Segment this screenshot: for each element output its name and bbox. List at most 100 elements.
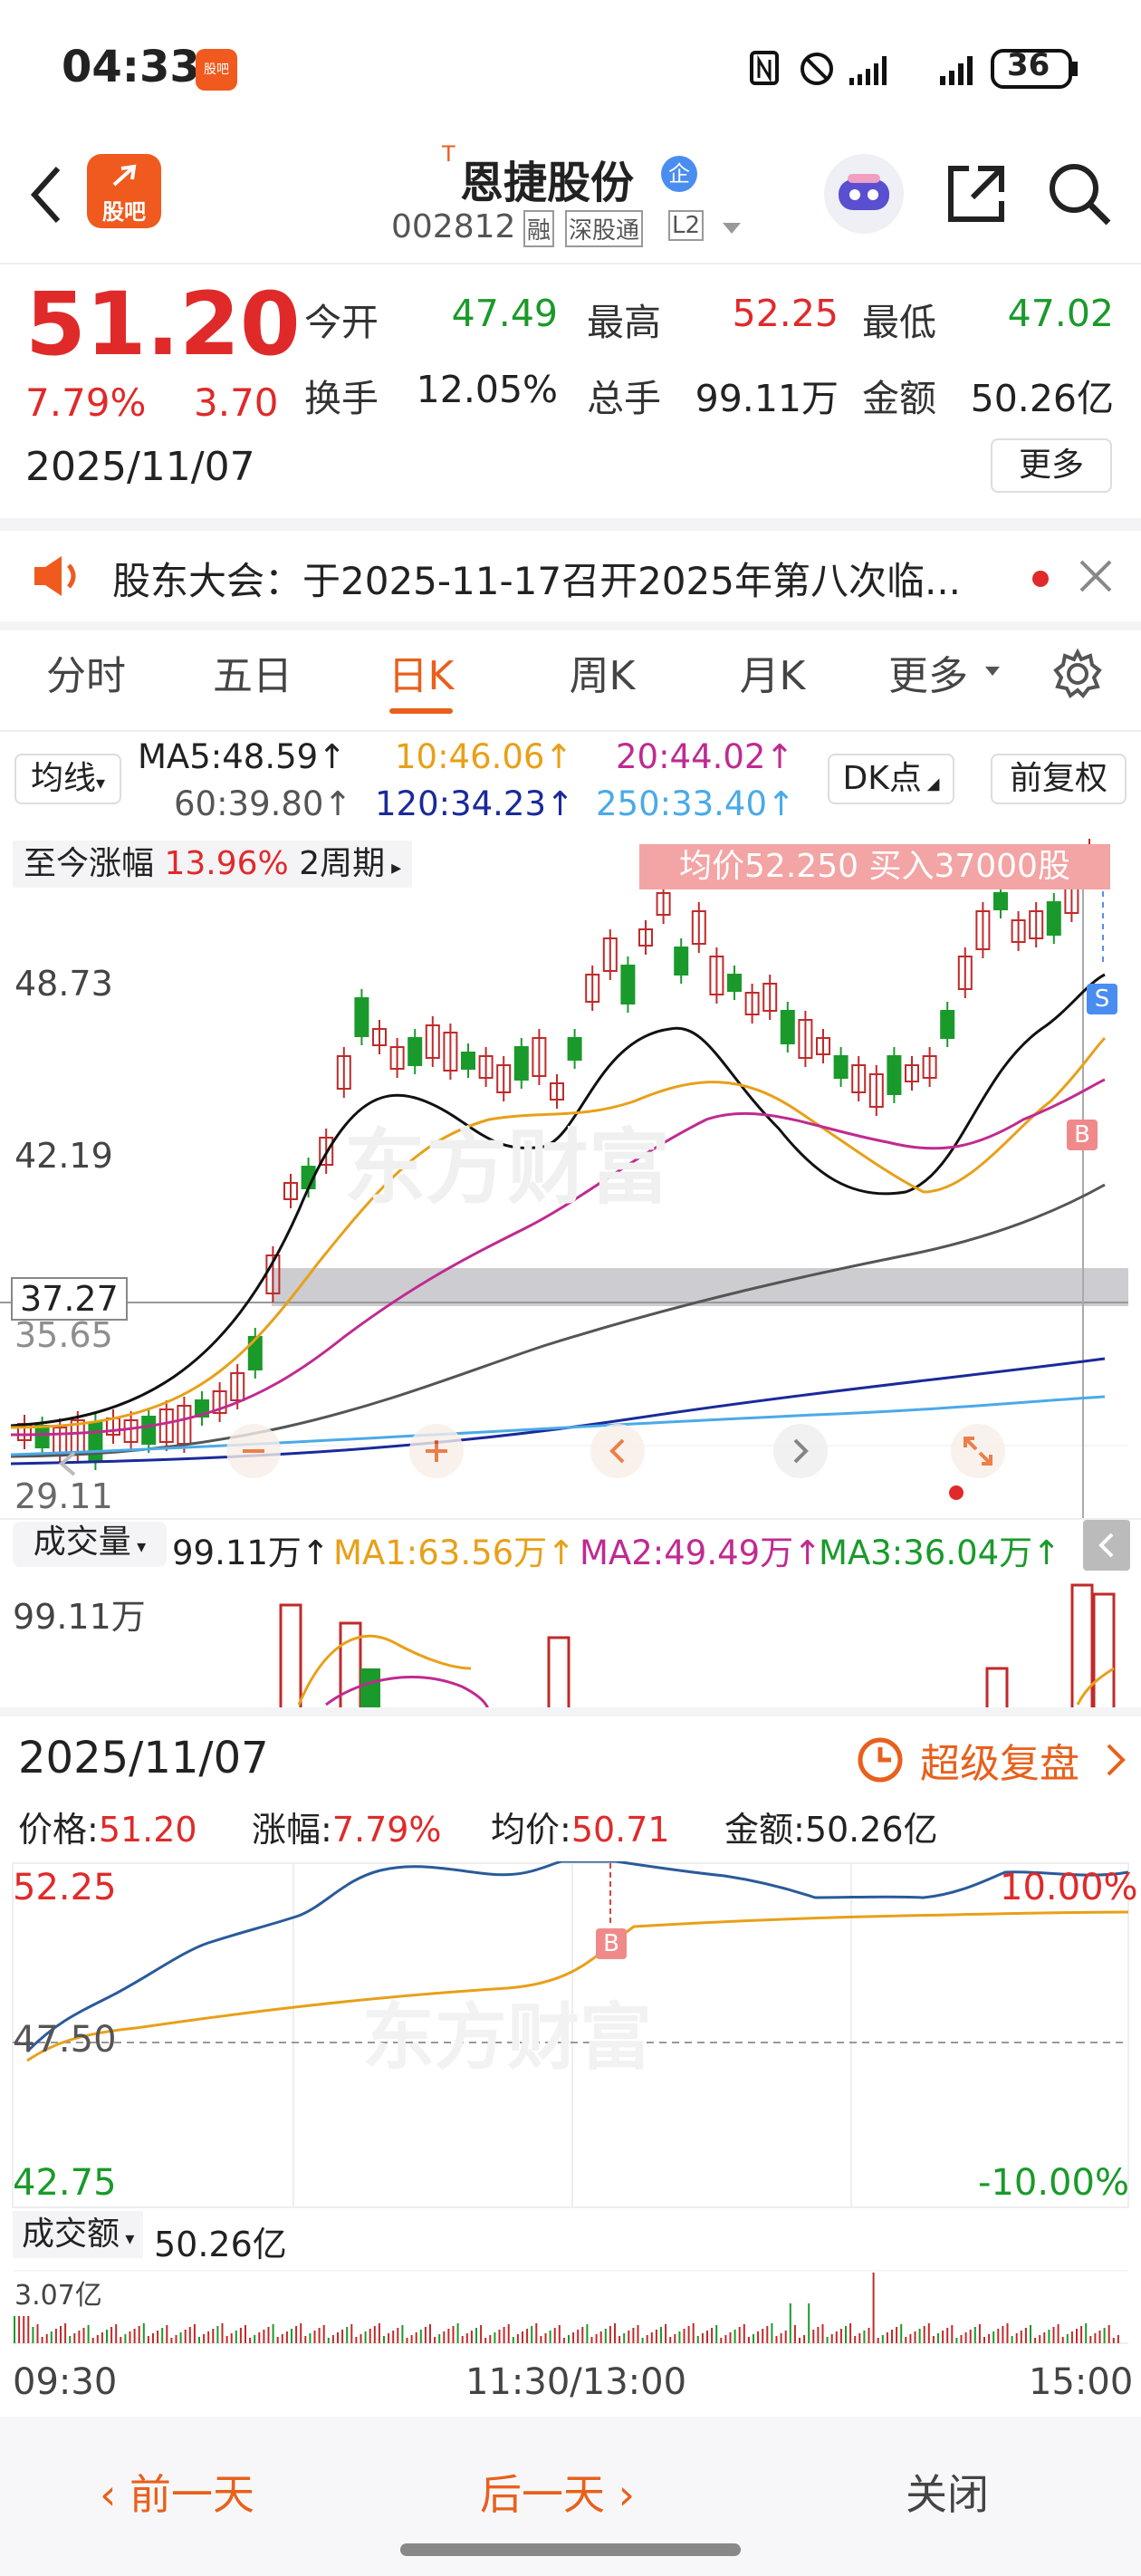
y-axis-label: 42.19 bbox=[14, 1136, 113, 1176]
intraday-high: 52.25 bbox=[13, 1867, 117, 1908]
volume-type-button[interactable]: 成交量 ▾ bbox=[13, 1522, 167, 1567]
range-value: 13.96% bbox=[164, 845, 289, 882]
settings-gear-icon[interactable] bbox=[1050, 647, 1105, 701]
home-indicator bbox=[400, 2543, 741, 2556]
quote-date: 2025/11/07 bbox=[25, 444, 255, 490]
crosshair-price: 37.27 bbox=[11, 1277, 128, 1321]
buy-marker[interactable]: B bbox=[596, 1928, 627, 1959]
notice-text: 股东大会：于2025-11-17召开2025年第八次临... bbox=[112, 559, 962, 603]
y-axis-label: 35.65 bbox=[14, 1315, 113, 1355]
close-button[interactable]: 关闭 bbox=[906, 2462, 989, 2522]
amount-value: 50.26亿 bbox=[970, 377, 1114, 420]
scroll-right-button[interactable] bbox=[773, 1424, 828, 1478]
tab-weekly-k[interactable]: 周K bbox=[543, 643, 661, 701]
time-end: 15:00 bbox=[1029, 2361, 1134, 2403]
time-start: 09:30 bbox=[13, 2361, 118, 2403]
volume-chart[interactable]: 成交量 ▾ 99.11万↑ MA1:63.56万↑ MA2:49.49万↑ MA… bbox=[0, 1518, 1141, 1708]
range-period: 2周期 bbox=[299, 845, 386, 882]
tab-daily-k[interactable]: 日K bbox=[371, 643, 471, 701]
volume-value: 99.11万↑ bbox=[172, 1533, 330, 1572]
app-notification-icon: 股吧 bbox=[196, 49, 237, 91]
dk-point-button[interactable]: DK点 ◢ bbox=[828, 754, 954, 804]
turnover-value: 12.05% bbox=[416, 368, 558, 411]
volume-value: 99.11万 bbox=[695, 377, 839, 420]
zoom-in-button[interactable] bbox=[409, 1424, 464, 1478]
ma250-value: 250:33.40↑ bbox=[596, 784, 796, 823]
dropdown-icon[interactable] bbox=[721, 221, 743, 235]
open-label: 今开 bbox=[304, 301, 379, 344]
zoom-out-button[interactable] bbox=[226, 1424, 281, 1478]
vol-ma2: MA2:49.49万↑ bbox=[580, 1533, 822, 1572]
stock-code: 002812 bbox=[391, 208, 516, 245]
bottom-action-bar: ‹ 前一天 后一天 › 关闭 bbox=[0, 2417, 1141, 2576]
enterprise-badge: 企 bbox=[661, 156, 697, 192]
vol-ma3: MA3:36.04万↑ bbox=[819, 1533, 1061, 1572]
tab-five-day[interactable]: 五日 bbox=[203, 643, 302, 701]
ma-type-button[interactable]: 均线▾ bbox=[14, 754, 121, 804]
y-axis-label: 48.73 bbox=[14, 964, 113, 1004]
kline-chart[interactable]: 至今涨幅 13.96% 2周期 ▸ 均价52.250 买入37000股 48.7… bbox=[0, 830, 1141, 1518]
turnover-label: 换手 bbox=[304, 377, 379, 420]
share-icon[interactable] bbox=[942, 159, 1011, 228]
trade-tooltip: 均价52.250 买入37000股 bbox=[639, 844, 1110, 889]
low-label: 最低 bbox=[862, 301, 936, 344]
fullscreen-button[interactable] bbox=[951, 1424, 1005, 1478]
high-value: 52.25 bbox=[732, 292, 839, 335]
new-dot bbox=[949, 1485, 964, 1500]
scroll-left-button[interactable] bbox=[590, 1424, 645, 1478]
watermark: 东方财富 bbox=[362, 1995, 652, 2080]
sell-marker[interactable]: S bbox=[1087, 984, 1117, 1014]
adjust-button[interactable]: 前复权 bbox=[991, 754, 1127, 804]
amount-total: 50.26亿 bbox=[154, 2225, 287, 2264]
search-icon[interactable] bbox=[1045, 159, 1114, 228]
next-day-button[interactable]: 后一天 › bbox=[480, 2462, 635, 2522]
replay-stats: 价格:51.20 bbox=[18, 1810, 197, 1850]
guba-logo[interactable]: 股吧 bbox=[87, 154, 161, 228]
expand-panel-button[interactable] bbox=[1083, 1520, 1130, 1571]
close-icon[interactable] bbox=[1078, 558, 1114, 594]
amount-type-button[interactable]: 成交额 ▾ bbox=[13, 2211, 144, 2258]
intraday-high-pct: 10.00% bbox=[1000, 1867, 1138, 1908]
buy-marker[interactable]: B bbox=[1067, 1120, 1098, 1150]
robot-assistant-icon[interactable] bbox=[824, 154, 904, 234]
intraday-replay-panel: 2025/11/07 超级复盘 价格:51.20 涨幅:7.79% 均价:50.… bbox=[0, 1707, 1141, 2414]
ma60-value: 60:39.80↑ bbox=[174, 784, 352, 823]
replay-date: 2025/11/07 bbox=[18, 1733, 269, 1783]
low-value: 47.02 bbox=[1007, 292, 1114, 335]
intraday-low-pct: -10.00% bbox=[978, 2162, 1129, 2204]
high-label: 最高 bbox=[587, 301, 661, 344]
more-dropdown-icon bbox=[985, 667, 1000, 676]
notice-bar[interactable]: 股东大会：于2025-11-17召开2025年第八次临... bbox=[0, 531, 1141, 621]
range-label: 至今涨幅 bbox=[24, 845, 155, 882]
intraday-mid: 47.50 bbox=[13, 2019, 117, 2061]
time-midday: 11:30/13:00 bbox=[465, 2361, 687, 2403]
collapse-left-icon[interactable] bbox=[51, 1446, 87, 1482]
nav-bar: 股吧 T 恩捷股份 企 002812 融 深股通 L2 bbox=[0, 136, 1141, 263]
margin-tag: 融 bbox=[523, 210, 555, 247]
ma5-value: MA5:48.59↑ bbox=[138, 737, 347, 776]
watermark: 东方财富 bbox=[344, 1120, 670, 1216]
back-icon[interactable] bbox=[27, 163, 67, 226]
volume-label: 总手 bbox=[587, 377, 661, 420]
open-value: 47.49 bbox=[451, 292, 558, 335]
more-button[interactable]: 更多 bbox=[991, 438, 1112, 493]
battery-level: 36 bbox=[1007, 47, 1050, 83]
chevron-right-icon bbox=[1107, 1744, 1126, 1776]
amount-label: 金额 bbox=[862, 377, 936, 420]
history-clock-icon bbox=[858, 1737, 903, 1783]
vol-ma1: MA1:63.56万↑ bbox=[333, 1533, 576, 1572]
tab-monthly-k[interactable]: 月K bbox=[714, 643, 831, 701]
y-axis-label: 29.11 bbox=[14, 1476, 113, 1516]
clock: 04:33 bbox=[62, 42, 200, 92]
speaker-icon bbox=[34, 556, 76, 596]
tab-more[interactable]: 更多 bbox=[878, 643, 978, 701]
intraday-low: 42.75 bbox=[13, 2162, 117, 2204]
prev-day-button[interactable]: ‹ 前一天 bbox=[100, 2462, 254, 2522]
range-change[interactable]: 至今涨幅 13.96% 2周期 ▸ bbox=[13, 841, 413, 888]
tab-intraday[interactable]: 分时 bbox=[36, 643, 136, 701]
change-amount: 3.70 bbox=[194, 380, 279, 425]
stock-name: 恩捷股份 bbox=[460, 158, 635, 208]
l2-tag: L2 bbox=[668, 210, 705, 241]
ma10-value: 10:46.06↑ bbox=[395, 737, 573, 776]
current-price: 51.20 bbox=[25, 274, 301, 375]
